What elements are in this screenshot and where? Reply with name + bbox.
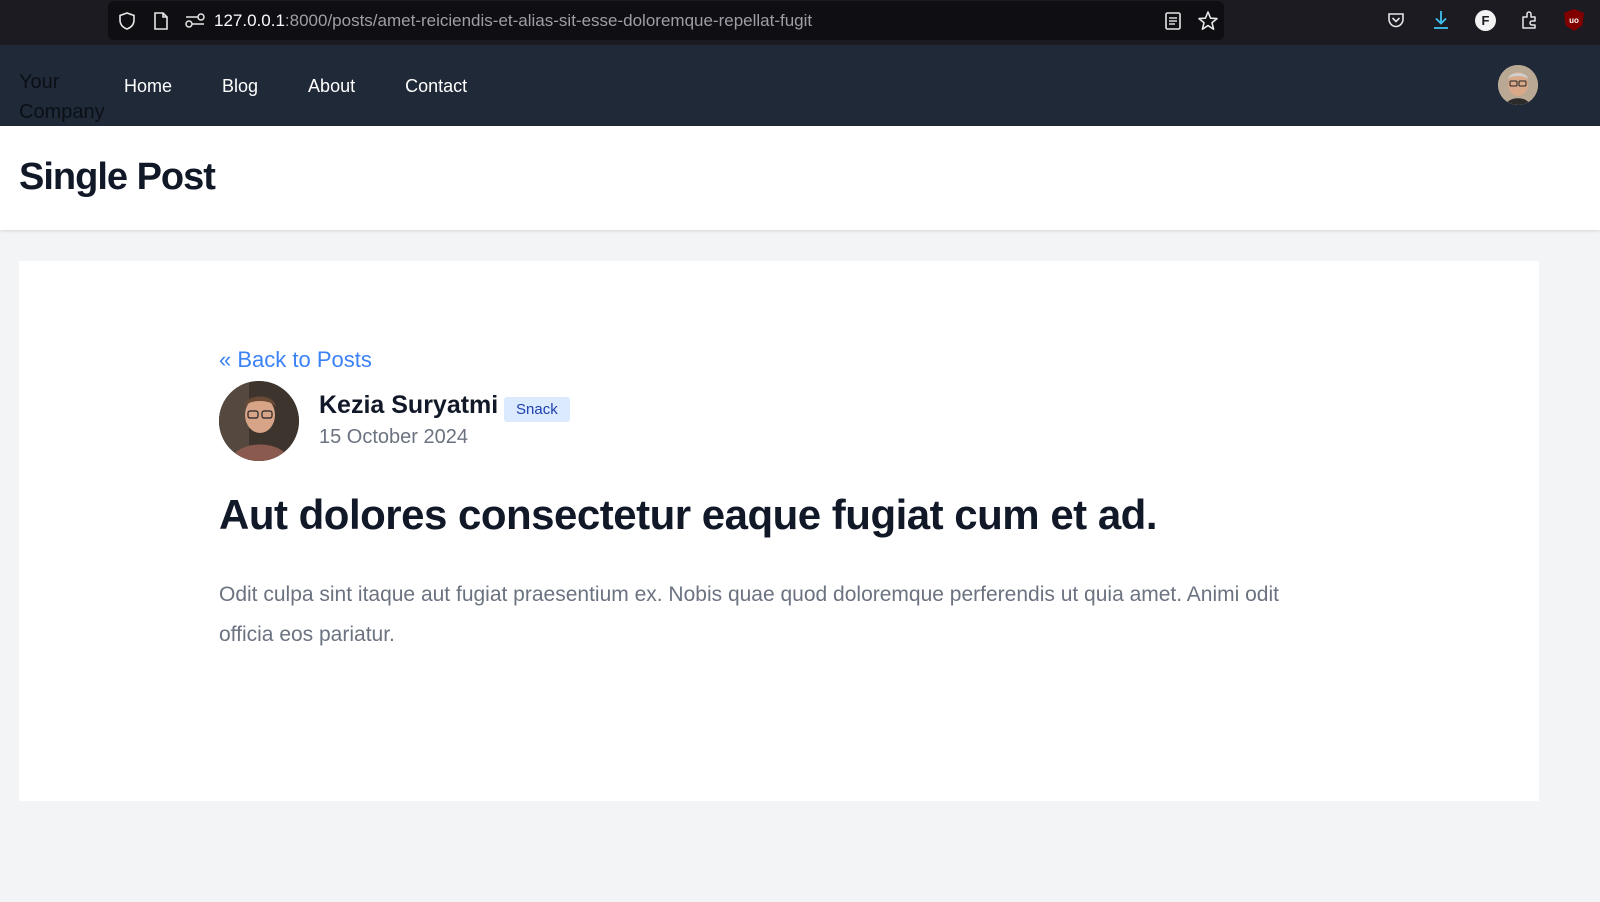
extensions-icon[interactable] [1519, 9, 1541, 31]
browser-toolbar: 127.0.0.1:8000/posts/amet-reiciendis-et-… [0, 0, 1600, 45]
category-badge[interactable]: Snack [504, 397, 570, 422]
reader-view-icon[interactable] [1162, 10, 1184, 32]
page-icon[interactable] [150, 10, 172, 32]
user-avatar[interactable] [1498, 65, 1538, 105]
post-card: « Back to Posts Kezia Suryatmi Snack 15 … [19, 261, 1539, 801]
post-body: Odit culpa sint itaque aut fugiat praese… [219, 583, 1279, 646]
permissions-icon[interactable] [184, 10, 206, 32]
bookmark-star-icon[interactable] [1197, 10, 1219, 32]
author-name[interactable]: Kezia Suryatmi [319, 391, 498, 420]
download-icon[interactable] [1430, 9, 1452, 31]
profile-f-icon[interactable]: F [1475, 10, 1496, 31]
nav-links: Home Blog About Contact [108, 70, 501, 103]
post-date: 15 October 2024 [319, 426, 468, 448]
url-path: :8000/posts/amet-reiciendis-et-alias-sit… [284, 10, 813, 30]
nav-link-about[interactable]: About [292, 70, 371, 103]
address-bar[interactable]: 127.0.0.1:8000/posts/amet-reiciendis-et-… [108, 1, 1224, 40]
url-text[interactable]: 127.0.0.1:8000/posts/amet-reiciendis-et-… [214, 11, 812, 31]
post-title: Aut dolores consectetur eaque fugiat cum… [219, 491, 1158, 538]
brand-logo-text[interactable]: Your Company [19, 67, 119, 127]
site-navbar: Your Company Home Blog About Contact [0, 45, 1600, 126]
pocket-icon[interactable] [1385, 9, 1407, 31]
url-host: 127.0.0.1 [214, 10, 285, 30]
nav-link-blog[interactable]: Blog [206, 70, 274, 103]
page-header: Single Post [0, 126, 1600, 230]
nav-link-contact[interactable]: Contact [389, 70, 483, 103]
author-avatar [219, 381, 299, 461]
ublock-icon[interactable]: uo [1564, 9, 1584, 31]
shield-icon[interactable] [116, 10, 138, 32]
back-to-posts-link[interactable]: « Back to Posts [219, 347, 372, 373]
nav-link-home[interactable]: Home [108, 70, 188, 103]
page-title: Single Post [19, 156, 216, 198]
